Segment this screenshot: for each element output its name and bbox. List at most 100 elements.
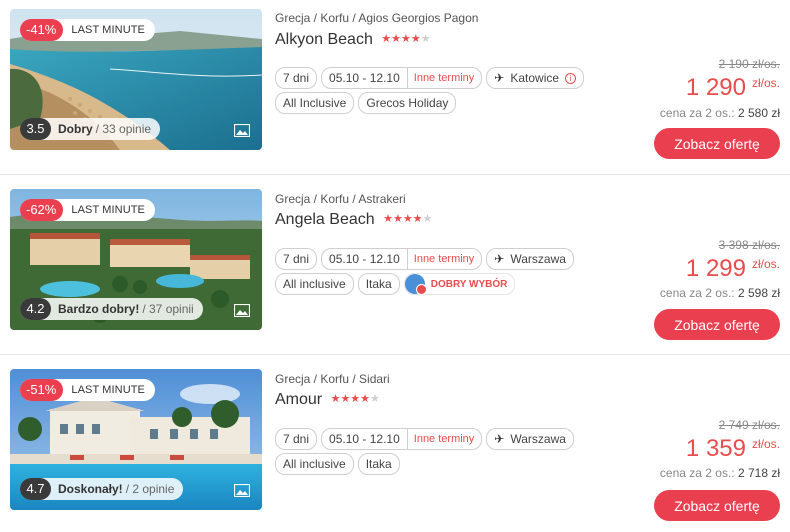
dates-label: 05.10 - 12.10 — [329, 432, 400, 446]
review-count: / 2 opinie — [125, 482, 175, 496]
per-two-label: cena za 2 os.: — [659, 286, 735, 300]
board-chip: All inclusive — [275, 453, 354, 475]
plane-icon: ✈ — [494, 71, 505, 85]
rating-score: 4.7 — [20, 478, 51, 500]
dates-chip[interactable]: 05.10 - 12.10 Inne terminy — [321, 67, 483, 89]
price-per-two: cena za 2 os.: 2 718 zł — [660, 466, 780, 480]
hotel-photo[interactable]: -62% LAST MINUTE 4.2 Bardzo dobry! / 37 … — [10, 189, 262, 330]
price: 1 299 zł/os. — [686, 255, 780, 283]
divider — [0, 354, 790, 355]
price-amount: 1 290 — [685, 74, 746, 101]
rating-badge[interactable]: 3.5 Dobry / 33 opinie — [20, 118, 161, 140]
departure-chip[interactable]: ✈ Warszawa — [486, 428, 574, 450]
star-rating: ★★★★★ — [330, 393, 380, 405]
other-terms-link[interactable]: Inne terminy — [406, 68, 474, 88]
chips-row-2: All inclusive Itaka — [275, 453, 400, 475]
price-amount: 1 299 — [685, 255, 746, 282]
plane-icon: ✈ — [494, 252, 505, 266]
old-price: 2 190 zł/os. — [718, 57, 780, 71]
price-amount: 1 359 — [685, 435, 746, 462]
rating-word: Bardzo dobry! — [58, 302, 140, 316]
breadcrumb[interactable]: Grecja / Korfu / Agios Georgios Pagon — [275, 11, 478, 25]
price-unit: zł/os. — [751, 257, 780, 271]
breadcrumb[interactable]: Grecja / Korfu / Astrakeri — [275, 192, 406, 206]
rating-badge[interactable]: 4.2 Bardzo dobry! / 37 opinii — [20, 298, 203, 320]
dates-label: 05.10 - 12.10 — [329, 71, 400, 85]
chips-row: 7 dni 05.10 - 12.10 Inne terminy ✈ Katowic… — [275, 67, 585, 89]
star-rating: ★★★★★ — [383, 213, 433, 225]
operator-chip: Itaka — [357, 273, 400, 295]
offer-card: -62% LAST MINUTE 4.2 Bardzo dobry! / 37 … — [0, 180, 790, 352]
old-price: 3 398 zł/os. — [718, 238, 780, 252]
gallery-icon[interactable] — [234, 304, 250, 317]
operator-chip: Itaka — [357, 453, 400, 475]
chips-row: 7 dni 05.10 - 12.10 Inne terminy ✈ Warszaw… — [275, 248, 574, 270]
per-two-value: 2 598 zł — [737, 286, 780, 300]
price: 1 290 zł/os. — [686, 74, 780, 102]
last-minute-label: LAST MINUTE — [71, 384, 145, 396]
rating-word: Dobry — [58, 122, 93, 136]
duration-chip: 7 dni — [275, 67, 318, 89]
per-two-label: cena za 2 os.: — [659, 106, 735, 120]
hotel-photo[interactable]: -51% LAST MINUTE 4.7 Doskonały! / 2 opin… — [10, 369, 262, 510]
price: 1 359 zł/os. — [686, 435, 780, 463]
good-choice-icon — [404, 274, 427, 295]
other-terms-link[interactable]: Inne terminy — [406, 429, 474, 449]
discount-badge: -51% LAST MINUTE — [20, 379, 155, 401]
gallery-icon[interactable] — [234, 124, 250, 137]
price-per-two: cena za 2 os.: 2 598 zł — [660, 286, 780, 300]
review-count: / 33 opinie — [95, 122, 152, 136]
per-two-value: 2 718 zł — [737, 466, 780, 480]
offer-card: -41% LAST MINUTE 3.5 Dobry / 33 opinie G… — [0, 0, 790, 172]
chips-row-2: All inclusive Itaka DOBRY WYBÓR — [275, 273, 516, 295]
see-offer-button[interactable]: Zobacz ofertę — [654, 309, 780, 340]
divider — [0, 174, 790, 175]
breadcrumb[interactable]: Grecja / Korfu / Sidari — [275, 372, 390, 386]
rating-score: 3.5 — [20, 118, 51, 140]
info-icon[interactable]: i — [565, 72, 577, 84]
dates-chip[interactable]: 05.10 - 12.10 Inne terminy — [321, 428, 483, 450]
star-rating: ★★★★★ — [381, 33, 431, 45]
good-choice-label: DOBRY WYBÓR — [430, 278, 508, 290]
price-per-two: cena za 2 os.: 2 580 zł — [660, 106, 780, 120]
chips-row: 7 dni 05.10 - 12.10 Inne terminy ✈ Warszaw… — [275, 428, 574, 450]
hotel-photo[interactable]: -41% LAST MINUTE 3.5 Dobry / 33 opinie — [10, 9, 262, 150]
per-two-value: 2 580 zł — [737, 106, 780, 120]
good-choice-badge: DOBRY WYBÓR — [403, 273, 516, 295]
other-terms-link[interactable]: Inne terminy — [406, 249, 474, 269]
review-count: / 37 opinii — [142, 302, 194, 316]
dates-chip[interactable]: 05.10 - 12.10 Inne terminy — [321, 248, 483, 270]
discount-badge: -62% LAST MINUTE — [20, 199, 155, 221]
rating-badge[interactable]: 4.7 Doskonały! / 2 opinie — [20, 478, 184, 500]
per-two-label: cena za 2 os.: — [659, 466, 735, 480]
discount-percent: -51% — [20, 379, 64, 401]
hotel-name-row: Alkyon Beach ★★★★★ — [275, 31, 431, 49]
gallery-icon[interactable] — [234, 484, 250, 497]
price-unit: zł/os. — [751, 437, 780, 451]
see-offer-button[interactable]: Zobacz ofertę — [654, 128, 780, 159]
last-minute-label: LAST MINUTE — [71, 24, 145, 36]
operator-chip: Grecos Holiday — [358, 92, 457, 114]
duration-chip: 7 dni — [275, 428, 318, 450]
hotel-name[interactable]: Amour — [275, 391, 322, 408]
hotel-name-row: Amour ★★★★★ — [275, 391, 380, 409]
offer-card: -51% LAST MINUTE 4.7 Doskonały! / 2 opin… — [0, 360, 790, 532]
departure-city: Warszawa — [510, 252, 566, 266]
hotel-name[interactable]: Angela Beach — [275, 211, 375, 228]
discount-percent: -62% — [20, 199, 64, 221]
departure-chip[interactable]: ✈ Katowice i — [486, 67, 585, 89]
hotel-name[interactable]: Alkyon Beach — [275, 31, 373, 48]
departure-city: Katowice — [510, 71, 560, 85]
discount-percent: -41% — [20, 19, 64, 41]
departure-city: Warszawa — [510, 432, 566, 446]
last-minute-label: LAST MINUTE — [71, 204, 145, 216]
old-price: 2 749 zł/os. — [718, 418, 780, 432]
rating-word: Doskonały! — [58, 482, 123, 496]
chips-row-2: All Inclusive Grecos Holiday — [275, 92, 457, 114]
board-chip: All inclusive — [275, 273, 354, 295]
plane-icon: ✈ — [494, 432, 505, 446]
departure-chip[interactable]: ✈ Warszawa — [486, 248, 574, 270]
duration-chip: 7 dni — [275, 248, 318, 270]
board-chip: All Inclusive — [275, 92, 355, 114]
see-offer-button[interactable]: Zobacz ofertę — [654, 490, 780, 521]
